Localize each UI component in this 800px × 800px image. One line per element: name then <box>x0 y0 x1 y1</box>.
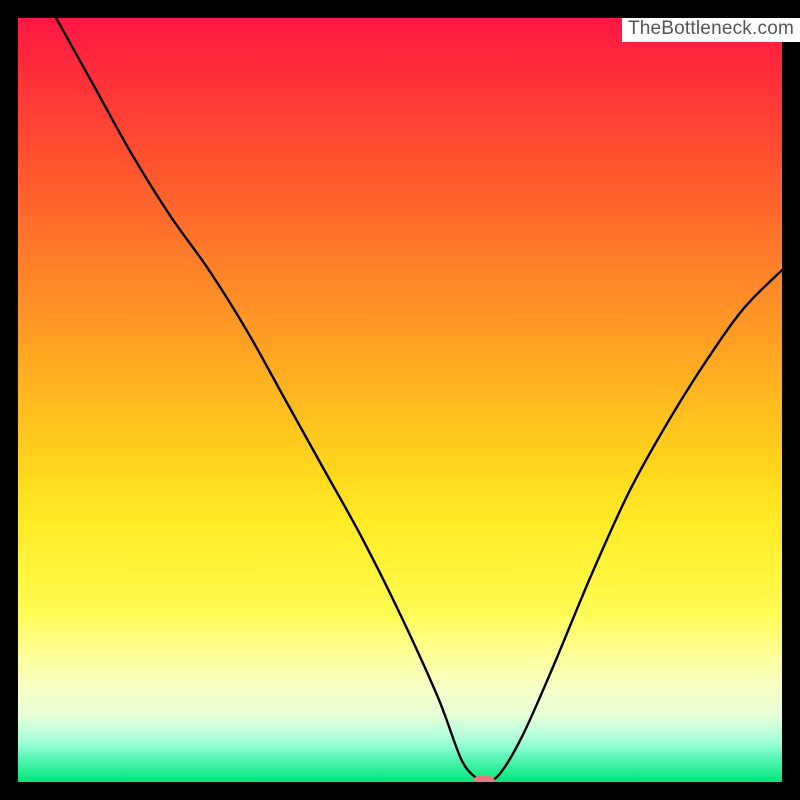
minimum-marker <box>473 776 495 782</box>
watermark-label: TheBottleneck.com <box>622 18 800 42</box>
chart-frame: TheBottleneck.com <box>0 0 800 800</box>
plot-area <box>18 18 782 782</box>
bottleneck-curve <box>18 18 782 782</box>
